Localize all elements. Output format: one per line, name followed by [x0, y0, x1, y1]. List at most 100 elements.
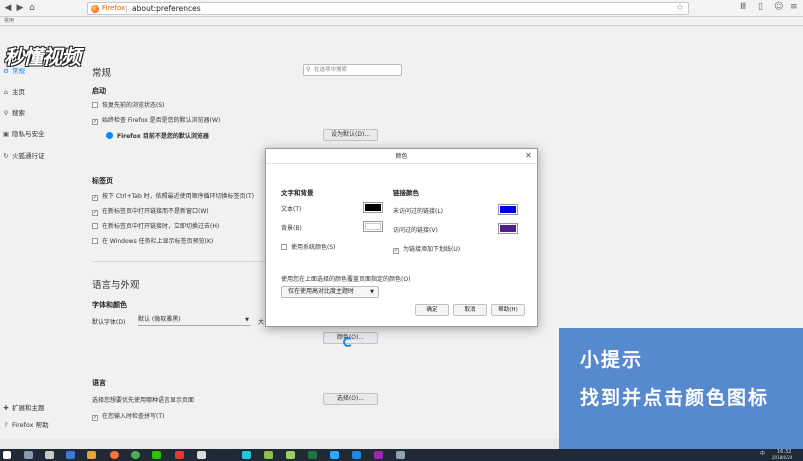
app-icon[interactable] — [286, 451, 295, 459]
app-icon[interactable] — [242, 451, 251, 459]
text-color-swatch[interactable] — [363, 202, 383, 213]
puzzle-icon: ✚ — [3, 404, 9, 412]
task-view-icon[interactable] — [45, 451, 54, 459]
sidebar-item-label: 搜索 — [12, 109, 25, 117]
swatch-fill — [500, 225, 516, 232]
dialog-title: 颜色 — [266, 149, 537, 164]
search-input[interactable]: ⚲ 在选项中搜索 — [303, 64, 402, 76]
search-placeholder: 在选项中搜索 — [314, 67, 348, 73]
checkbox[interactable] — [92, 102, 98, 108]
photoshop-icon[interactable] — [330, 451, 339, 459]
sync-icon: ↻ — [3, 152, 9, 160]
link-colors-heading: 链接颜色 — [393, 189, 419, 197]
sidebar-toggle-icon[interactable]: ▯ — [758, 2, 763, 12]
checkbox[interactable] — [92, 238, 98, 244]
home-icon: ⌂ — [3, 88, 9, 96]
firefox-icon[interactable] — [110, 451, 119, 459]
browser-toolbar: ◀ ▶ ⌂ Firefox about:preferences ☆ Ⅲ ▯ ☺ … — [0, 0, 803, 17]
sidebar-item-label: Firefox 帮助 — [12, 421, 49, 429]
taskbar-preview-checkbox[interactable]: 在 Windows 任务栏上显示标签页预览(K) — [92, 236, 213, 245]
set-default-button[interactable]: 设为默认(D)... — [323, 129, 378, 141]
app-icon[interactable] — [175, 451, 184, 459]
colors-dialog: 颜色 ✕ 文字和背景 文本(T) 背景(B) 使用系统颜色(S) 链接颜色 未访… — [265, 148, 538, 327]
app-icon[interactable] — [264, 451, 273, 459]
ok-button[interactable]: 确定 — [415, 304, 449, 316]
checkbox-checked[interactable]: ✓ — [92, 119, 98, 125]
option-label: 在新标签页中打开链接而不是新窗口(W) — [102, 208, 209, 215]
bookmarks-bar: 常用 — [0, 17, 803, 26]
firefox-icon — [91, 5, 99, 13]
back-icon[interactable]: ◀ — [2, 2, 14, 14]
page-title: 常规 — [92, 68, 112, 79]
default-font-label: 默认字体(D) — [92, 319, 126, 326]
checkbox[interactable] — [92, 223, 98, 229]
app-icon[interactable] — [197, 451, 206, 459]
checkbox-checked[interactable]: ✓ — [393, 248, 399, 254]
search-icon[interactable] — [24, 451, 33, 459]
edge-icon[interactable] — [66, 451, 75, 459]
account-icon[interactable]: ☺ — [774, 2, 783, 12]
option-label: 按下 Ctrl+Tab 时，依照最近使用顺序循环切换标签页(T) — [102, 193, 255, 200]
library-icon[interactable]: Ⅲ — [740, 2, 746, 12]
chrome-icon[interactable] — [131, 451, 140, 459]
appearance-title: 语言与外观 — [92, 280, 140, 291]
sidebar-item-help[interactable]: ? Firefox 帮助 — [2, 419, 49, 429]
default-font-select[interactable]: 默认 (微软雅黑) ▼ — [138, 315, 251, 326]
use-system-colors-checkbox[interactable]: 使用系统颜色(S) — [281, 242, 336, 251]
sidebar-item-sync[interactable]: ↻ 火狐通行证 — [2, 150, 45, 160]
choose-language-button[interactable]: 选择(O)... — [323, 393, 378, 405]
wechat-icon[interactable] — [152, 451, 161, 459]
underline-links-checkbox[interactable]: ✓ 为链接添加下划线(U) — [393, 244, 460, 254]
url-text[interactable]: about:preferences — [132, 4, 201, 13]
sidebar-item-label: 火狐通行证 — [12, 152, 45, 160]
sidebar-item-home[interactable]: ⌂ 主页 — [2, 86, 25, 96]
sidebar-item-label: 主页 — [12, 88, 25, 96]
forward-icon[interactable]: ▶ — [14, 2, 26, 14]
switch-to-tab-checkbox[interactable]: 在新标签页中打开链接时，立即切换过去(H) — [92, 221, 219, 230]
unvisited-link-swatch[interactable] — [498, 204, 518, 215]
checkbox-checked[interactable]: ✓ — [92, 415, 98, 421]
checkbox-checked[interactable]: ✓ — [92, 195, 98, 201]
override-colors-select[interactable]: 仅在使用高对比度主题时 ▼ — [281, 286, 379, 298]
sidebar-item-search[interactable]: ⚲ 搜索 — [2, 107, 25, 117]
sidebar-item-privacy[interactable]: ▣ 隐私与安全 — [2, 128, 45, 138]
checkbox[interactable] — [281, 244, 287, 250]
ime-indicator[interactable]: 中 — [760, 450, 765, 457]
open-links-tabs-checkbox[interactable]: ✓ 在新标签页中打开链接而不是新窗口(W) — [92, 206, 209, 216]
app-icon[interactable] — [352, 451, 361, 459]
background-color-swatch[interactable] — [363, 221, 383, 232]
url-bar[interactable]: Firefox about:preferences ☆ — [87, 2, 689, 15]
windows-start-icon[interactable] — [3, 451, 11, 459]
gear-icon: ⚙ — [3, 67, 9, 75]
app-icon[interactable] — [396, 451, 405, 459]
help-button[interactable]: 帮助(H) — [491, 304, 525, 316]
tip-title: 小提示 — [580, 349, 644, 371]
info-icon — [106, 132, 113, 139]
visited-link-swatch[interactable] — [498, 223, 518, 234]
bookmarks-item[interactable]: 常用 — [4, 18, 14, 24]
text-color-label: 文本(T) — [281, 206, 302, 213]
steam-icon[interactable] — [219, 451, 228, 459]
fonts-heading: 字体和颜色 — [92, 301, 127, 309]
home-icon[interactable]: ⌂ — [26, 2, 38, 14]
startup-heading: 启动 — [92, 87, 106, 95]
excel-icon[interactable] — [308, 451, 317, 459]
option-label: 始终检查 Firefox 是否是您的默认浏览器(W) — [102, 117, 221, 124]
menu-icon[interactable]: ≡ — [790, 2, 798, 12]
restore-session-checkbox[interactable]: 恢复先前的浏览状态(S) — [92, 100, 165, 109]
clock-date[interactable]: 2018/6/24 — [772, 455, 793, 460]
search-icon: ⚲ — [306, 66, 311, 73]
sidebar-item-general[interactable]: ⚙ 常规 — [2, 65, 25, 75]
premiere-icon[interactable] — [374, 451, 383, 459]
check-default-checkbox[interactable]: ✓ 始终检查 Firefox 是否是您的默认浏览器(W) — [92, 115, 220, 125]
swatch-fill — [365, 204, 381, 211]
checkbox-checked[interactable]: ✓ — [92, 210, 98, 216]
bookmark-star-icon[interactable]: ☆ — [676, 3, 684, 13]
cancel-button[interactable]: 取消 — [453, 304, 487, 316]
explorer-icon[interactable] — [87, 451, 96, 459]
ctrl-tab-checkbox[interactable]: ✓ 按下 Ctrl+Tab 时，依照最近使用顺序循环切换标签页(T) — [92, 191, 254, 201]
close-icon[interactable]: ✕ — [523, 150, 534, 161]
sidebar-item-addons[interactable]: ✚ 扩展和主题 — [2, 402, 44, 412]
spellcheck-checkbox[interactable]: ✓ 在您输入时检查拼写(T) — [92, 411, 164, 421]
chevron-down-icon: ▼ — [370, 289, 374, 295]
